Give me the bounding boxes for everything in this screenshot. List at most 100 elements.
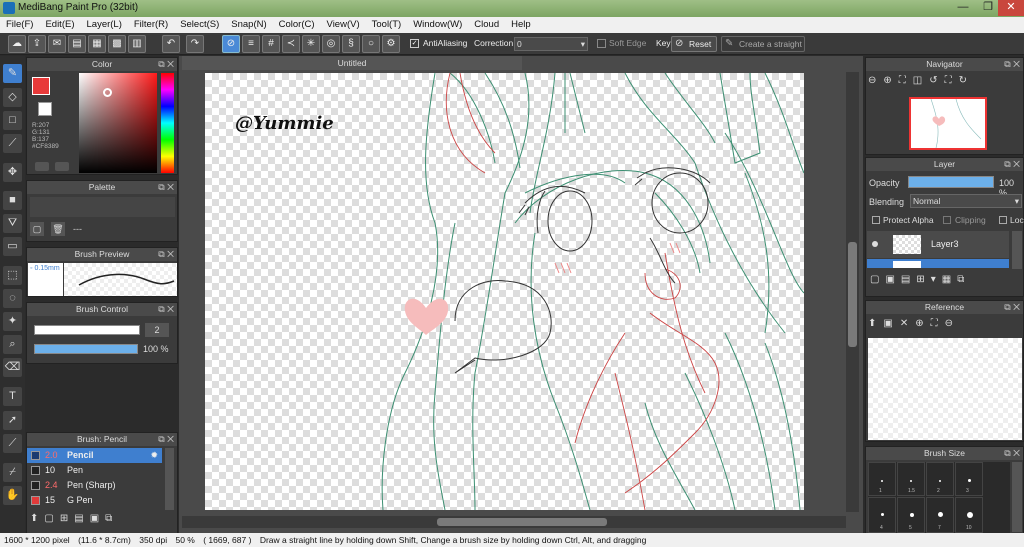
cloud-brush-icon[interactable]: ⬆ <box>30 513 44 524</box>
new-palette-icon[interactable]: ▢ <box>30 222 44 236</box>
undo-icon[interactable]: ↶ <box>162 35 180 53</box>
hue-slider[interactable] <box>161 73 174 173</box>
panel-close-icon[interactable]: ⧉ ✕ <box>1004 58 1020 71</box>
menu-select[interactable]: Select(S) <box>174 17 225 33</box>
minimize-button[interactable]: — <box>950 0 976 16</box>
duplicate-layer-icon[interactable]: ⧉ <box>957 274 970 285</box>
new-layer-1bit-icon[interactable]: ▤ <box>901 274 916 285</box>
fullscreen-icon[interactable]: ⛶ <box>945 75 959 86</box>
dot-tool-icon[interactable]: □ <box>3 111 22 130</box>
new-layer-8bit-icon[interactable]: ▣ <box>885 274 900 285</box>
menu-view[interactable]: View(V) <box>321 17 366 33</box>
new-file-icon[interactable]: ▤ <box>68 35 86 53</box>
lasso-tool-icon[interactable]: ◌ <box>3 289 22 308</box>
layer-opacity-slider[interactable] <box>908 176 994 188</box>
zoom-in-icon[interactable]: ⊕ <box>883 75 898 86</box>
line-tool-icon[interactable]: ⟋ <box>3 134 22 153</box>
redo-icon[interactable]: ↷ <box>186 35 204 53</box>
zoom-out-icon[interactable]: ⊖ <box>945 318 960 329</box>
bucket-tool-icon[interactable]: ⛛ <box>3 214 22 233</box>
gear-icon[interactable]: ✹ <box>150 448 158 463</box>
brush-item-g-pen[interactable]: 15 G Pen <box>27 493 162 508</box>
vertical-scroll-thumb[interactable] <box>848 242 857 347</box>
protect-alpha-checkbox[interactable] <box>872 216 880 224</box>
create-straight-button[interactable]: ✎ Create a straight <box>721 36 805 52</box>
brush-item-pencil[interactable]: 2.0 Pencil ✹ <box>27 448 162 463</box>
text-tool-icon[interactable]: T <box>3 387 22 406</box>
vertical-scrollbar[interactable] <box>846 72 859 512</box>
brush-size-cell[interactable]: 2 <box>926 462 954 496</box>
brush-size-cell[interactable]: 4 <box>868 497 896 533</box>
folder-icon[interactable]: ▦ <box>942 274 957 285</box>
brush-tool-icon[interactable]: ✎ <box>3 64 22 83</box>
background-color-swatch[interactable] <box>38 102 52 116</box>
clipping-checkbox[interactable] <box>943 216 951 224</box>
foreground-color-swatch[interactable] <box>32 77 50 95</box>
magic-wand-tool-icon[interactable]: ✦ <box>3 312 22 331</box>
panel-close-icon[interactable]: ⧉ ✕ <box>158 181 174 194</box>
hand-tool-icon[interactable]: ✋ <box>3 486 22 505</box>
brush-size-cell[interactable]: 3 <box>955 462 983 496</box>
gradient-tool-icon[interactable]: ▭ <box>3 237 22 256</box>
panel-close-icon[interactable]: ⧉ ✕ <box>1004 301 1020 314</box>
snap-off-icon[interactable]: ⊘ <box>222 35 240 53</box>
fit-icon[interactable]: ⛶ <box>931 318 945 329</box>
open-folder-icon[interactable]: ▣ <box>883 318 899 329</box>
layer-row-selected[interactable] <box>867 259 1009 268</box>
upload-icon[interactable]: ⇪ <box>28 35 46 53</box>
brush-size-cell[interactable]: 1 <box>868 462 896 496</box>
select-rect-tool-icon[interactable]: ⬚ <box>3 266 22 285</box>
blending-select[interactable]: Normal ▾ <box>910 194 1022 208</box>
lock-checkbox[interactable] <box>999 216 1007 224</box>
horizontal-scrollbar[interactable] <box>182 516 846 528</box>
drawing-canvas[interactable]: @Yummie <box>205 73 804 510</box>
document-tab[interactable]: Untitled <box>182 56 522 70</box>
new-layer-icon[interactable]: ▢ <box>870 274 885 285</box>
divide-tool-icon[interactable]: ⟋ <box>3 434 22 453</box>
folder-icon[interactable]: ▣ <box>90 513 105 524</box>
layer-scrollbar[interactable] <box>1012 231 1022 269</box>
zoom-out-icon[interactable]: ⊖ <box>868 75 883 86</box>
zoom-in-icon[interactable]: ⊕ <box>915 318 930 329</box>
panel-close-icon[interactable]: ⧉ ✕ <box>158 248 174 261</box>
eyedropper-small-button[interactable] <box>55 162 69 171</box>
brush-size-scrollbar[interactable] <box>1012 462 1022 532</box>
brush-size-cell[interactable]: 7 <box>926 497 954 533</box>
saturation-value-picker[interactable] <box>79 73 157 173</box>
select-pen-tool-icon[interactable]: ⌕ <box>3 335 22 354</box>
palette-swatch-area[interactable] <box>30 197 175 217</box>
layout-icon[interactable]: ▥ <box>128 35 146 53</box>
panel-close-icon[interactable]: ⧉ ✕ <box>158 303 174 316</box>
panel-close-icon[interactable]: ⧉ ✕ <box>1004 158 1020 171</box>
menu-window[interactable]: Window(W) <box>407 17 468 33</box>
snap-cross-icon[interactable]: # <box>262 35 280 53</box>
snap-ellipse-icon[interactable]: ○ <box>362 35 380 53</box>
menu-filter[interactable]: Filter(R) <box>128 17 174 33</box>
menu-edit[interactable]: Edit(E) <box>39 17 80 33</box>
panel-close-icon[interactable]: ⧉ ✕ <box>1004 447 1020 460</box>
close-button[interactable]: ✕ <box>998 0 1024 16</box>
brush-item-pen[interactable]: 10 Pen <box>27 463 162 478</box>
brush-size-slider[interactable] <box>34 325 140 335</box>
close-reference-icon[interactable]: ✕ <box>900 318 915 329</box>
delete-palette-icon[interactable]: 🗑 <box>51 222 65 236</box>
rect-fill-tool-icon[interactable]: ■ <box>3 191 22 210</box>
fit-icon[interactable]: ⛶ <box>899 75 913 86</box>
horizontal-scroll-thumb[interactable] <box>437 518 607 526</box>
soft-edge-checkbox[interactable] <box>597 39 606 48</box>
menu-file[interactable]: File(F) <box>0 17 39 33</box>
brush-size-cell[interactable]: 1.5 <box>897 462 925 496</box>
select-eraser-tool-icon[interactable]: ⌫ <box>3 358 22 377</box>
brush-list-scrollbar[interactable] <box>165 448 174 510</box>
actual-size-icon[interactable]: ◫ <box>913 75 929 86</box>
copy-brush-icon[interactable]: ⧉ <box>105 513 118 524</box>
snap-settings-icon[interactable]: ⚙ <box>382 35 400 53</box>
panel-close-icon[interactable]: ⧉ ✕ <box>158 58 174 71</box>
reference-view[interactable] <box>868 338 1022 440</box>
menu-help[interactable]: Help <box>505 17 537 33</box>
panel-close-icon[interactable]: ⧉ ✕ <box>158 433 174 446</box>
move-tool-icon[interactable]: ✥ <box>3 163 22 182</box>
rotate-left-icon[interactable]: ↺ <box>929 75 944 86</box>
snap-curve-icon[interactable]: § <box>342 35 360 53</box>
add-layer-dropdown-icon[interactable]: ⊞▾ <box>916 274 941 285</box>
